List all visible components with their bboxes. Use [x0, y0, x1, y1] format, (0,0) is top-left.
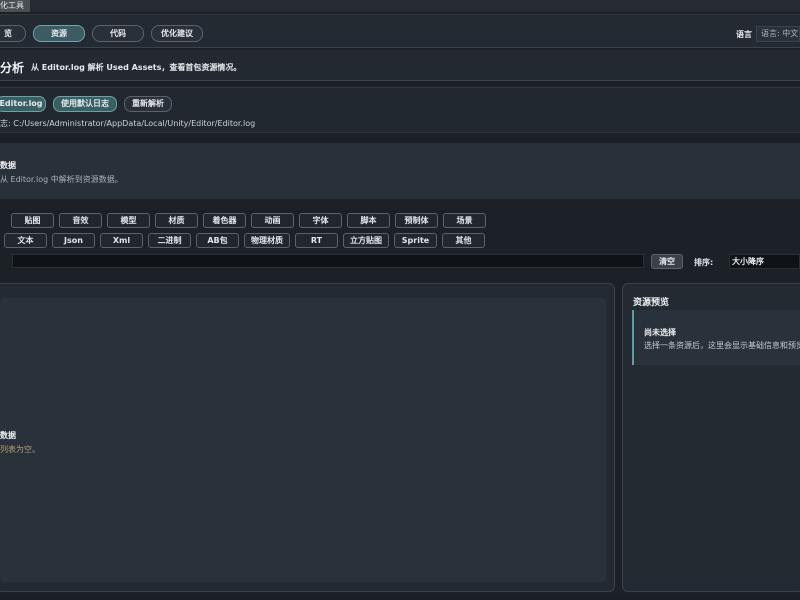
- filter-audio[interactable]: 音效: [59, 213, 102, 228]
- tab-code[interactable]: 代码: [92, 25, 144, 42]
- clear-button[interactable]: 清空: [651, 254, 683, 269]
- filter-scene[interactable]: 场景: [443, 213, 486, 228]
- filter-assetbundle[interactable]: AB包: [196, 233, 239, 248]
- bottom-edge: [0, 596, 800, 600]
- language-label: 语言: [736, 30, 752, 39]
- top-nav-bar: 览 资源 代码 优化建议 语言 语言: 中文: [0, 14, 800, 48]
- filter-animation[interactable]: 动画: [251, 213, 294, 228]
- language-select[interactable]: 语言: 中文: [756, 26, 800, 42]
- tab-overview[interactable]: 览: [0, 25, 26, 42]
- log-path-text: 志: C:/Users/Administrator/AppData/Local/…: [0, 119, 256, 128]
- filter-prefab[interactable]: 预制体: [395, 213, 438, 228]
- page-title: 分析: [0, 61, 25, 75]
- filter-sprite[interactable]: Sprite: [394, 233, 437, 248]
- page-subtitle: 从 Editor.log 解析 Used Assets，查看首包资源情况。: [31, 63, 242, 72]
- filter-font[interactable]: 字体: [299, 213, 342, 228]
- filter-material[interactable]: 材质: [155, 213, 198, 228]
- preview-empty-text: 选择一条资源后，这里会显示基础信息和预览。: [644, 341, 800, 350]
- filter-json[interactable]: Json: [52, 233, 95, 248]
- filter-texture[interactable]: 贴图: [11, 213, 54, 228]
- preview-empty-card: 尚未选择 选择一条资源后，这里会显示基础信息和预览。: [632, 310, 800, 365]
- filter-script[interactable]: 脚本: [347, 213, 390, 228]
- filter-xml[interactable]: Xml: [100, 233, 143, 248]
- open-editor-log-button[interactable]: Editor.log: [0, 96, 46, 112]
- list-empty-text: 列表为空。: [0, 445, 40, 454]
- summary-empty-text: 从 Editor.log 中解析到资源数据。: [0, 175, 123, 184]
- filter-binary[interactable]: 二进制: [148, 233, 191, 248]
- reparse-button[interactable]: 重新解析: [124, 96, 172, 112]
- filter-cubemap[interactable]: 立方贴图: [343, 233, 389, 248]
- summary-empty-heading: 数据: [0, 161, 16, 170]
- preview-empty-heading: 尚未选择: [644, 328, 676, 337]
- filter-other[interactable]: 其他: [442, 233, 485, 248]
- preview-title: 资源预览: [633, 298, 670, 308]
- log-source-section: Editor.log 使用默认日志 重新解析 志: C:/Users/Admin…: [0, 87, 800, 133]
- window-title-tab: 化工具: [0, 0, 30, 12]
- window-titlebar: 化工具: [0, 0, 800, 12]
- tab-optimization[interactable]: 优化建议: [151, 25, 203, 42]
- filter-render-texture[interactable]: RT: [295, 233, 338, 248]
- filter-model[interactable]: 模型: [107, 213, 150, 228]
- filter-text[interactable]: 文本: [4, 233, 47, 248]
- filter-shader[interactable]: 着色器: [203, 213, 246, 228]
- search-input[interactable]: [12, 254, 644, 268]
- summary-empty-card: 数据 从 Editor.log 中解析到资源数据。: [0, 143, 800, 199]
- list-empty-heading: 数据: [0, 431, 16, 440]
- page-header: 分析 从 Editor.log 解析 Used Assets，查看首包资源情况。: [0, 50, 800, 81]
- use-default-log-button[interactable]: 使用默认日志: [53, 96, 117, 112]
- sort-select[interactable]: 大小降序: [729, 254, 800, 269]
- tab-assets[interactable]: 资源: [33, 25, 85, 42]
- filter-physics-material[interactable]: 物理材质: [244, 233, 290, 248]
- sort-label: 排序:: [694, 258, 714, 267]
- asset-list[interactable]: [0, 298, 606, 582]
